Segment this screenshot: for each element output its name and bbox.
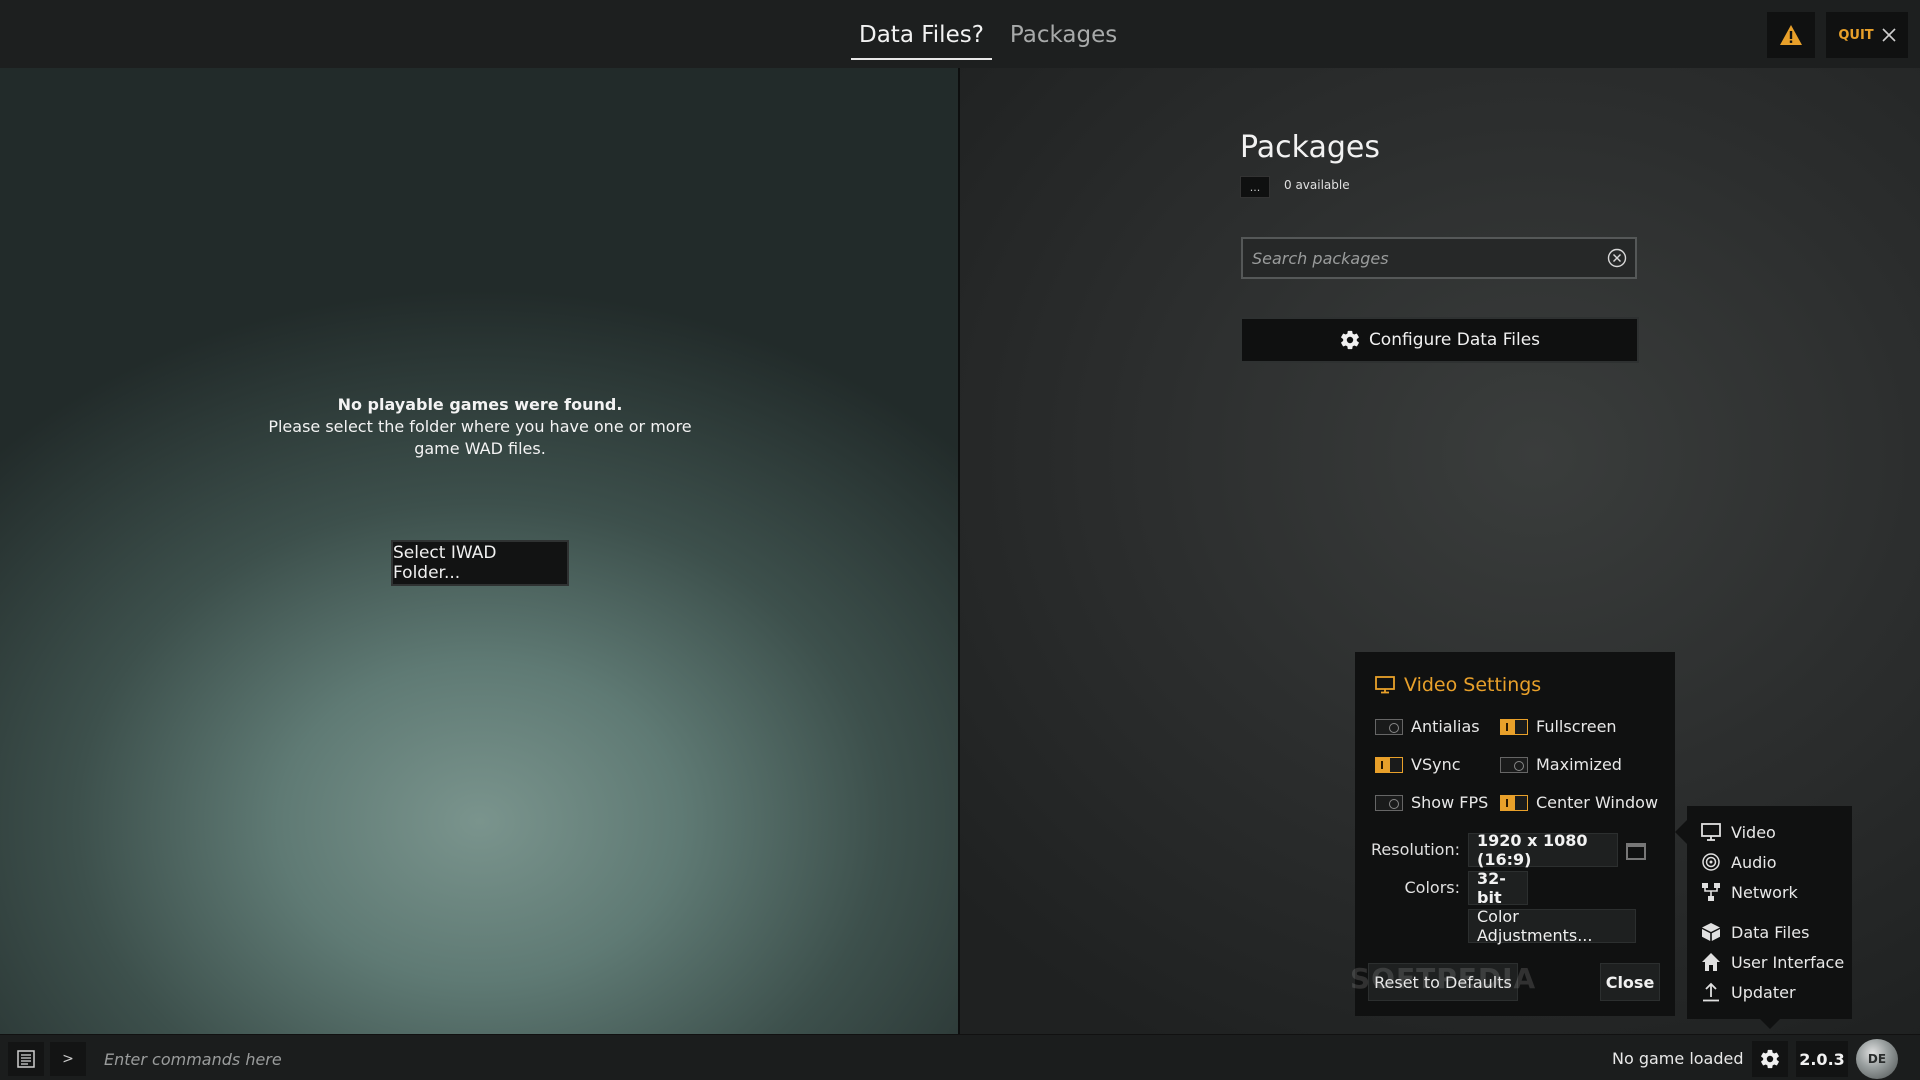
close-icon [1882,28,1896,42]
no-games-line1: Please select the folder where you have … [268,417,692,436]
warning-button[interactable] [1767,12,1815,58]
vsync-switch[interactable] [1375,756,1403,773]
main-tabs: Data Files? Packages [851,18,1125,60]
packages-menu-button[interactable]: ... [1240,176,1270,198]
menu-item-data-files[interactable]: Data Files [1701,922,1809,942]
center-window-label: Center Window [1536,793,1659,812]
menu-pointer [1675,820,1687,844]
menu-item-video-label: Video [1731,822,1776,842]
vsync-toggle[interactable]: VSync [1375,755,1461,774]
home-icon [1702,953,1720,971]
video-settings-title-text: Video Settings [1404,674,1542,696]
clear-search-icon[interactable] [1607,248,1627,268]
maximized-switch[interactable] [1500,756,1528,773]
close-button[interactable]: Close [1600,963,1660,1001]
app-logo[interactable]: DE [1856,1039,1898,1079]
no-games-line2: game WAD files. [414,439,546,458]
maximized-label: Maximized [1536,755,1622,774]
menu-item-data-files-label: Data Files [1731,922,1810,942]
resolution-select[interactable]: 1920 x 1080 (16:9) [1468,831,1618,869]
tab-data-files[interactable]: Data Files? [851,18,992,60]
menu-item-user-interface-label: User Interface [1731,952,1845,972]
command-input[interactable] [96,1042,796,1076]
warning-icon [1780,25,1802,45]
gear-icon [1341,330,1359,350]
colors-select[interactable]: 32-bit [1468,869,1528,907]
menu-item-video[interactable]: Video [1701,822,1776,842]
packages-title: Packages [1240,130,1380,165]
configure-data-files-label: Configure Data Files [1368,330,1541,350]
log-button[interactable] [8,1042,44,1076]
monitor-icon [1701,823,1721,841]
top-bar: Data Files? Packages QUIT [0,0,1920,68]
maximized-toggle[interactable]: Maximized [1500,755,1622,774]
menu-item-network[interactable]: Network [1701,882,1798,902]
tab-packages[interactable]: Packages [1002,18,1125,60]
search-packages-input[interactable] [1243,239,1635,277]
menu-pointer-down [1760,1019,1780,1029]
speaker-icon [1702,853,1720,871]
menu-item-updater[interactable]: Updater [1701,982,1796,1002]
antialias-label: Antialias [1411,717,1480,736]
search-packages-box [1241,237,1637,279]
show-fps-switch[interactable] [1375,794,1403,811]
version-button[interactable]: 2.0.3 [1796,1041,1848,1077]
video-settings-title: Video Settings [1375,674,1541,696]
monitor-icon [1375,676,1395,694]
document-icon [17,1050,35,1068]
menu-item-updater-label: Updater [1731,982,1796,1002]
fullscreen-switch[interactable] [1500,718,1528,735]
no-games-message: No playable games were found. Please sel… [230,394,730,460]
resolution-label: Resolution: [1371,840,1460,859]
quit-button[interactable]: QUIT [1826,12,1908,58]
vsync-label: VSync [1411,755,1461,774]
colors-label: Colors: [1404,878,1461,897]
bottom-bar: > No game loaded 2.0.3 DE [0,1034,1920,1080]
menu-item-audio[interactable]: Audio [1701,852,1776,872]
game-status: No game loaded [1612,1049,1744,1068]
show-fps-label: Show FPS [1411,793,1489,812]
center-window-switch[interactable] [1500,794,1528,811]
menu-item-audio-label: Audio [1731,852,1777,872]
configure-data-files-button[interactable]: Configure Data Files [1240,317,1639,363]
color-adjustments-button[interactable]: Color Adjustments... [1468,907,1636,945]
select-iwad-folder-button[interactable]: Select IWAD Folder... [391,540,569,586]
antialias-switch[interactable] [1375,718,1403,735]
quit-label: QUIT [1838,27,1874,43]
antialias-toggle[interactable]: Antialias [1375,717,1480,736]
upload-icon [1703,982,1719,1002]
packages-count: 0 available [1284,178,1350,192]
fullscreen-toggle[interactable]: Fullscreen [1500,717,1617,736]
gear-icon [1761,1049,1779,1069]
package-icon [1702,923,1720,941]
window-size-icon[interactable] [1626,843,1646,860]
fullscreen-label: Fullscreen [1536,717,1617,736]
command-prompt-button[interactable]: > [50,1042,86,1076]
menu-item-user-interface[interactable]: User Interface [1701,952,1844,972]
menu-item-network-label: Network [1731,882,1798,902]
center-window-toggle[interactable]: Center Window [1500,793,1658,812]
no-games-headline: No playable games were found. [337,395,623,414]
settings-button[interactable] [1752,1041,1788,1077]
reset-to-defaults-button[interactable]: Reset to Defaults [1368,963,1518,1001]
show-fps-toggle[interactable]: Show FPS [1375,793,1488,812]
settings-menu: Video Audio Network Data Files User Inte… [1687,806,1852,1019]
network-icon [1702,883,1720,901]
